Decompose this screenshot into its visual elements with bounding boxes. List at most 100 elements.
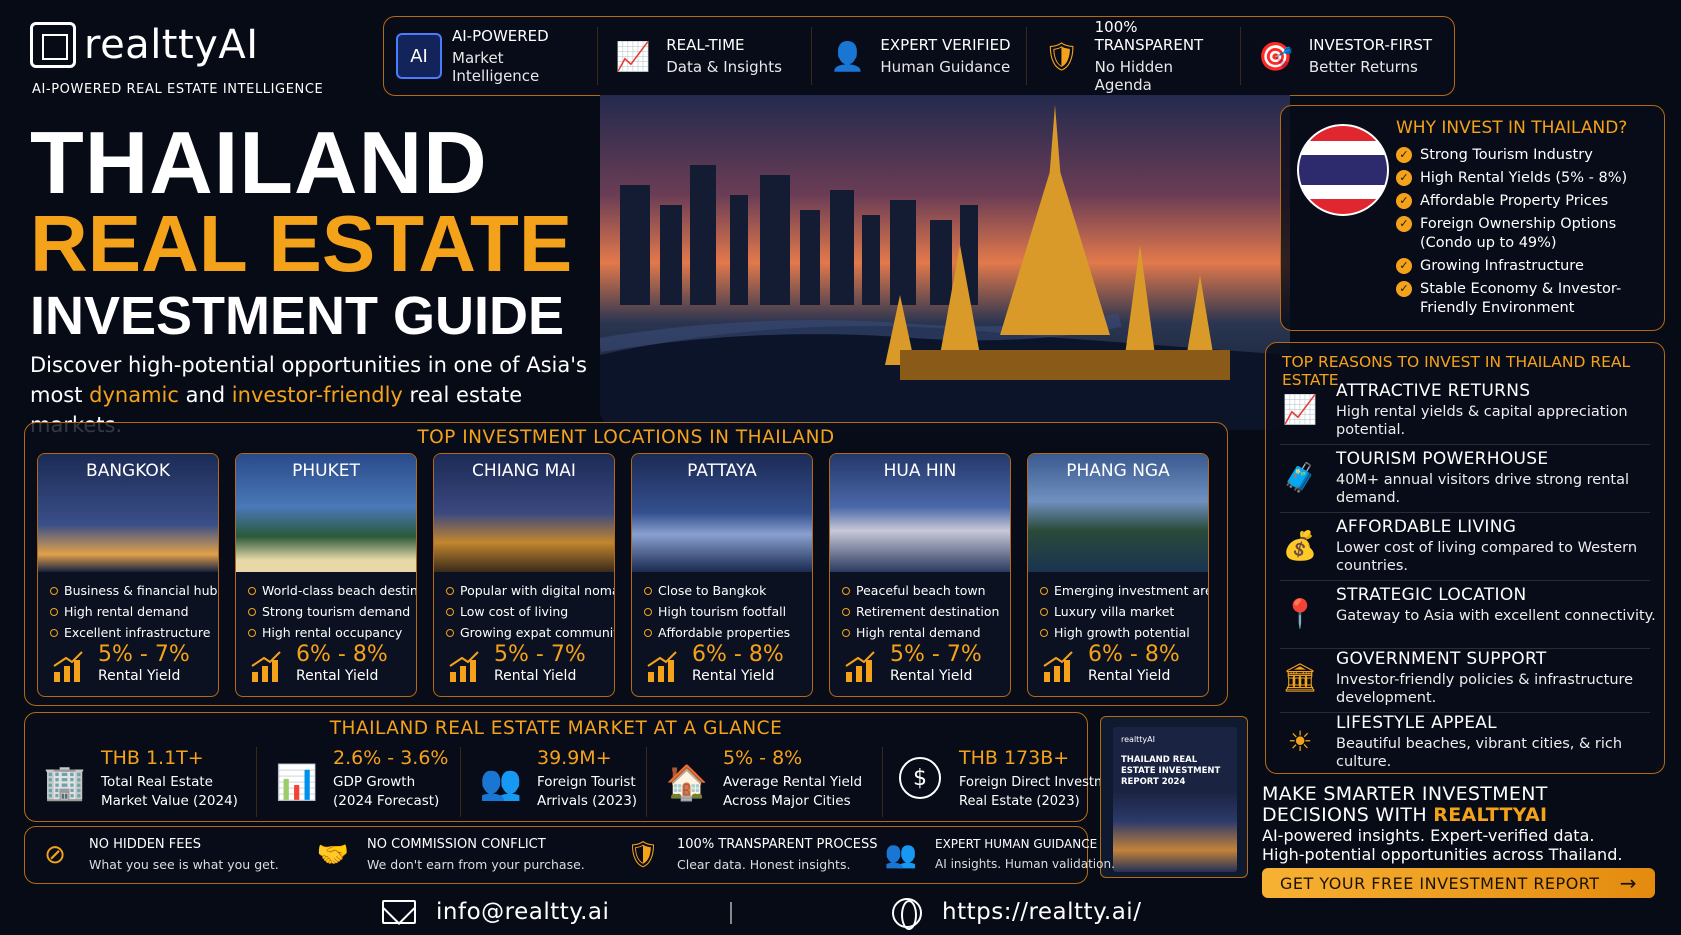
shield-check-icon: 🛡 [1043, 39, 1080, 73]
location-points: Close to Bangkok High tourism footfall Aff… [642, 580, 790, 643]
cta-desc-line: AI-powered insights. Expert-verified dat… [1262, 826, 1595, 845]
envelope-icon [382, 900, 416, 924]
feature-ai-powered: AI AI-POWERED Market Intelligence [384, 27, 599, 85]
location-points: Popular with digital nomadsLow cost of l… [444, 580, 614, 643]
list-item: Retirement destination [840, 601, 999, 622]
stat-value: 5% - 8% [723, 747, 803, 769]
intro-text: Discover high-potential opportunities in… [30, 353, 587, 377]
trust-desc: We don't earn from your purchase. [367, 857, 585, 872]
rental-yield-value: 5% - 7% [98, 642, 190, 667]
feature-title: AI-POWERED [452, 27, 549, 45]
stat-label-line: Market Value (2024) [101, 793, 238, 809]
yield-chart-icon [1043, 651, 1073, 682]
rental-yield-label: Rental Yield [1088, 668, 1171, 684]
cta-description: AI-powered insights. Expert-verified dat… [1262, 826, 1662, 864]
globe-icon [892, 898, 922, 930]
list-item: High rental occupancy [246, 622, 416, 643]
list-item: Strong Tourism Industry [1396, 146, 1661, 165]
location-name: CHIANG MAI [472, 461, 576, 481]
get-report-button[interactable]: GET YOUR FREE INVESTMENT REPORT → [1262, 868, 1655, 898]
rental-yield-value: 6% - 8% [1088, 642, 1180, 667]
sun-icon: ☀ [1287, 724, 1313, 758]
feature-title: REAL-TIME [666, 36, 745, 54]
stat-label: Average Rental Yield Across Major Cities [723, 773, 862, 811]
stat-label-line: Arrivals (2023) [537, 793, 638, 809]
stat-item: $ THB 173B+ Foreign Direct Investment in Re… [883, 747, 1144, 817]
reason-desc: Beautiful beaches, vibrant cities, & ric… [1336, 736, 1623, 770]
list-item: Foreign Ownership Options (Condo up to 4… [1396, 215, 1661, 253]
location-card-bangkok[interactable]: BANGKOK Business & financial hub High ren… [37, 453, 219, 697]
feature-title: INVESTOR-FIRST [1308, 36, 1433, 54]
list-item: Stable Economy & Investor-Friendly Envir… [1396, 280, 1661, 318]
footer-divider [730, 902, 732, 924]
cta-desc-line: High-potential opportunities across Thai… [1262, 845, 1623, 864]
location-card-hua-hin[interactable]: HUA HIN Peaceful beach town Retirement de… [829, 453, 1011, 697]
rental-yield-label: Rental Yield [494, 668, 577, 684]
stat-value: THB 173B+ [959, 747, 1070, 769]
trust-item: 🛡 100% TRANSPARENT PROCESS Clear data. Hon… [613, 835, 877, 877]
location-points: World-class beach destinationStrong tour… [246, 580, 416, 643]
buildings-icon: 🏢 [43, 763, 87, 803]
stat-item: 🏠 5% - 8% Average Rental Yield Across Major… [647, 747, 883, 817]
intro-text: and [178, 383, 232, 407]
growth-chart-icon: 📈 [615, 39, 651, 73]
yield-chart-icon [53, 651, 83, 682]
location-name: HUA HIN [883, 461, 957, 481]
reason-title: ATTRACTIVE RETURNS [1336, 381, 1531, 401]
brand-name: realttyAI [84, 22, 259, 68]
location-name: PHUKET [292, 461, 360, 481]
feature-investor-first: 🎯 INVESTOR-FIRST Better Returns [1241, 27, 1454, 85]
location-card-chiang-mai[interactable]: CHIANG MAI Popular with digital nomadsLo… [433, 453, 615, 697]
get-report-button-label: GET YOUR FREE INVESTMENT REPORT [1280, 873, 1600, 893]
reason-title: TOURISM POWERHOUSE [1336, 449, 1549, 469]
yield-chart-icon [449, 651, 479, 682]
top-reasons-panel: TOP REASONS TO INVEST IN THAILAND REAL E… [1265, 342, 1665, 774]
stat-item: 📊 2.6% - 3.6% GDP Growth (2024 Forecast) [257, 747, 461, 817]
intro-highlight: dynamic [89, 383, 179, 407]
rental-yield-label: Rental Yield [692, 668, 775, 684]
reason-item: ☀ LIFESTYLE APPEAL Beautiful beaches, vibr… [1280, 713, 1650, 777]
cta-heading-line: DECISIONS WITH [1262, 804, 1434, 826]
website-link[interactable]: https://realtty.ai/ [942, 899, 1141, 925]
yield-chart-icon [251, 651, 281, 682]
stat-label-line: Total Real Estate [101, 774, 213, 790]
map-pin-icon: 📍 [1282, 596, 1318, 630]
report-cover: realttyAI THAILAND REAL ESTATE INVESTMEN… [1113, 727, 1237, 872]
target-icon: 🎯 [1258, 39, 1294, 73]
reason-title: GOVERNMENT SUPPORT [1336, 649, 1547, 669]
feature-title: EXPERT VERIFIED [880, 36, 1011, 54]
location-card-pattaya[interactable]: PATTAYA Close to Bangkok High tourism foo… [631, 453, 813, 697]
market-glance-title: THAILAND REAL ESTATE MARKET AT A GLANCE [329, 718, 783, 739]
reason-title: LIFESTYLE APPEAL [1336, 713, 1497, 733]
rental-yield-value: 5% - 7% [494, 642, 586, 667]
rental-yield-label: Rental Yield [98, 668, 181, 684]
stat-label-line: (2024 Forecast) [333, 793, 440, 809]
location-card-phuket[interactable]: PHUKET World-class beach destinationStro… [235, 453, 417, 697]
footer: info@realtty.ai https://realtty.ai/ [0, 896, 1681, 932]
list-item: World-class beach destination [246, 580, 416, 601]
trust-title: NO HIDDEN FEES [89, 837, 201, 852]
location-card-phang-nga[interactable]: PHANG NGA Emerging investment area Luxury… [1027, 453, 1209, 697]
handshake-icon: 🤝 [316, 840, 350, 870]
why-invest-list: Strong Tourism Industry High Rental Yiel… [1396, 146, 1661, 322]
list-item: Popular with digital nomads [444, 580, 614, 601]
feature-subtitle: Market Intelligence [452, 49, 540, 85]
contact-email-link[interactable]: info@realtty.ai [436, 899, 609, 925]
government-icon: 🏛 [1282, 660, 1318, 694]
locations-title: TOP INVESTMENT LOCATIONS IN THAILAND [417, 427, 835, 448]
intro-text: most [30, 383, 90, 407]
feature-subtitle: Better Returns [1308, 58, 1418, 76]
trust-bar: ⊘ NO HIDDEN FEES What you see is what you … [24, 826, 1115, 884]
trust-title: EXPERT HUMAN GUIDANCE [935, 837, 1098, 851]
investment-report-thumbnail[interactable]: realttyAI THAILAND REAL ESTATE INVESTMEN… [1100, 716, 1248, 878]
rental-yield-label: Rental Yield [890, 668, 973, 684]
stat-label: GDP Growth (2024 Forecast) [333, 773, 439, 811]
brand-logo[interactable]: realttyAI [30, 22, 259, 68]
list-item: High Rental Yields (5% - 8%) [1396, 169, 1661, 188]
feature-subtitle: Data & Insights [666, 58, 782, 76]
rental-yield-value: 6% - 8% [296, 642, 388, 667]
feature-subtitle: Human Guidance [880, 58, 1011, 76]
list-item: Low cost of living [444, 601, 614, 622]
location-name: PHANG NGA [1066, 461, 1170, 481]
house-icon: 🏠 [665, 763, 709, 803]
